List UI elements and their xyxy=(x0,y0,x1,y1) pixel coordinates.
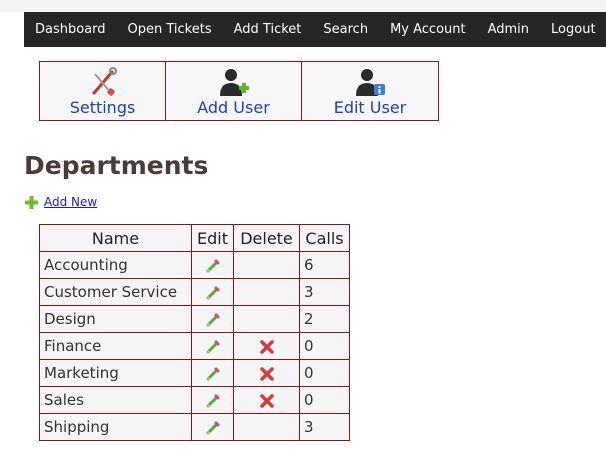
table-row: Marketing 0 xyxy=(39,359,350,387)
pencil-icon[interactable] xyxy=(205,339,221,355)
nav-search[interactable]: Search xyxy=(312,12,379,47)
department-name: Accounting xyxy=(39,251,192,279)
pencil-icon[interactable] xyxy=(205,312,221,328)
table-row: Customer Service 3 xyxy=(39,278,350,306)
edit-cell xyxy=(191,359,234,387)
edit-cell xyxy=(191,332,234,360)
departments-table: Name Edit Delete Calls Accounting 6 Custom… xyxy=(39,224,350,441)
page-title: Departments xyxy=(24,151,209,180)
delete-cell xyxy=(233,278,300,306)
edit-cell xyxy=(191,386,234,414)
red-x-icon[interactable] xyxy=(259,339,275,355)
user-edit-icon xyxy=(356,69,385,96)
nav-dashboard[interactable]: Dashboard xyxy=(24,12,117,47)
edit-user-button[interactable]: Edit User xyxy=(302,62,438,120)
delete-cell xyxy=(233,413,300,441)
pencil-icon[interactable] xyxy=(205,285,221,301)
department-name: Sales xyxy=(39,386,192,414)
header-delete: Delete xyxy=(233,224,300,252)
department-name: Finance xyxy=(39,332,192,360)
settings-button[interactable]: Settings xyxy=(40,62,166,120)
department-name: Shipping xyxy=(39,413,192,441)
top-nav: Dashboard Open Tickets Add Ticket Search… xyxy=(24,12,606,47)
edit-cell xyxy=(191,251,234,279)
table-row: Design 2 xyxy=(39,305,350,333)
header-edit: Edit xyxy=(191,224,234,252)
nav-my-account[interactable]: My Account xyxy=(379,12,477,47)
calls-count: 0 xyxy=(299,386,350,414)
add-user-label: Add User xyxy=(197,98,270,117)
header-name: Name xyxy=(39,224,192,252)
delete-cell xyxy=(233,332,300,360)
settings-label: Settings xyxy=(69,98,136,117)
add-new-link[interactable]: Add New xyxy=(44,195,97,209)
header-calls: Calls xyxy=(299,224,350,252)
table-header-row: Name Edit Delete Calls xyxy=(39,224,350,252)
green-plus-icon xyxy=(25,195,38,209)
pencil-icon[interactable] xyxy=(205,393,221,409)
pencil-icon[interactable] xyxy=(205,366,221,382)
calls-count: 2 xyxy=(299,305,350,333)
calls-count: 0 xyxy=(299,332,350,360)
nav-open-tickets[interactable]: Open Tickets xyxy=(117,12,223,47)
department-name: Customer Service xyxy=(39,278,192,306)
nav-logout[interactable]: Logout xyxy=(540,12,606,47)
nav-add-ticket[interactable]: Add Ticket xyxy=(223,12,313,47)
edit-cell xyxy=(191,413,234,441)
table-row: Finance 0 xyxy=(39,332,350,360)
calls-count: 6 xyxy=(299,251,350,279)
calls-count: 3 xyxy=(299,278,350,306)
user-add-icon xyxy=(219,69,249,96)
calls-count: 0 xyxy=(299,359,350,387)
table-row: Accounting 6 xyxy=(39,251,350,279)
department-name: Design xyxy=(39,305,192,333)
calls-count: 3 xyxy=(299,413,350,441)
wrench-screwdriver-icon xyxy=(92,67,117,96)
red-x-icon[interactable] xyxy=(259,393,275,409)
delete-cell xyxy=(233,305,300,333)
table-row: Shipping 3 xyxy=(39,413,350,441)
add-new-row: Add New xyxy=(25,195,97,209)
nav-admin[interactable]: Admin xyxy=(477,12,540,47)
red-x-icon[interactable] xyxy=(259,366,275,382)
pencil-icon[interactable] xyxy=(205,258,221,274)
pencil-icon[interactable] xyxy=(205,420,221,436)
delete-cell xyxy=(233,386,300,414)
edit-cell xyxy=(191,278,234,306)
edit-cell xyxy=(191,305,234,333)
edit-user-label: Edit User xyxy=(333,98,407,117)
admin-toolbar: Settings Add User Edit User xyxy=(39,61,439,121)
delete-cell xyxy=(233,251,300,279)
delete-cell xyxy=(233,359,300,387)
add-user-button[interactable]: Add User xyxy=(166,62,302,120)
department-name: Marketing xyxy=(39,359,192,387)
table-row: Sales 0 xyxy=(39,386,350,414)
